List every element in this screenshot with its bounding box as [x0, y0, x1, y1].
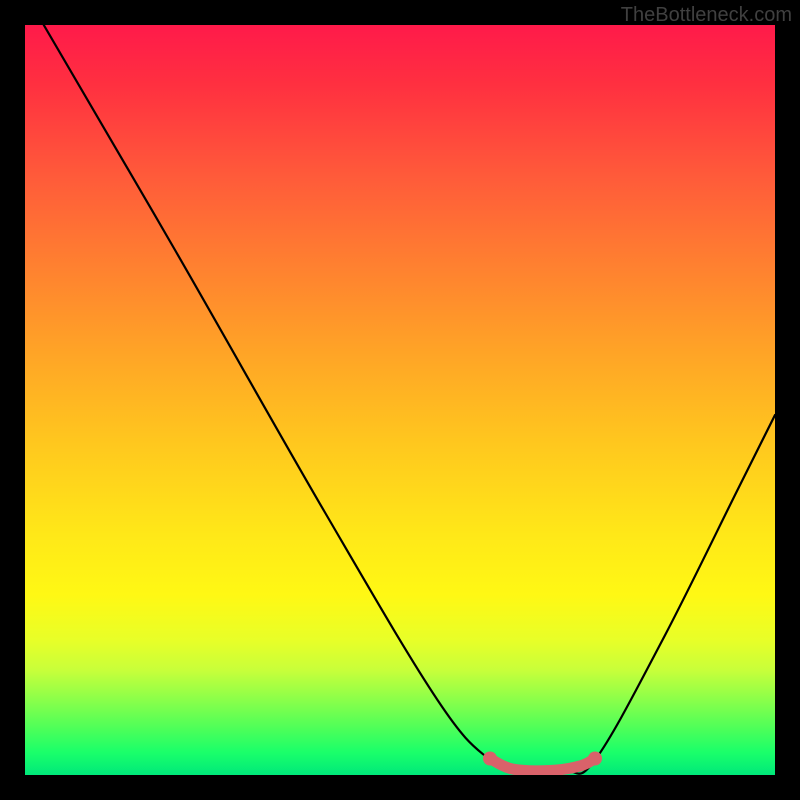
chart-container: TheBottleneck.com — [0, 0, 800, 800]
bottleneck-curve — [44, 25, 775, 774]
curve-layer — [25, 25, 775, 775]
watermark-text: TheBottleneck.com — [621, 4, 792, 27]
plot-area — [25, 25, 775, 775]
optimal-range-marker — [483, 752, 602, 771]
